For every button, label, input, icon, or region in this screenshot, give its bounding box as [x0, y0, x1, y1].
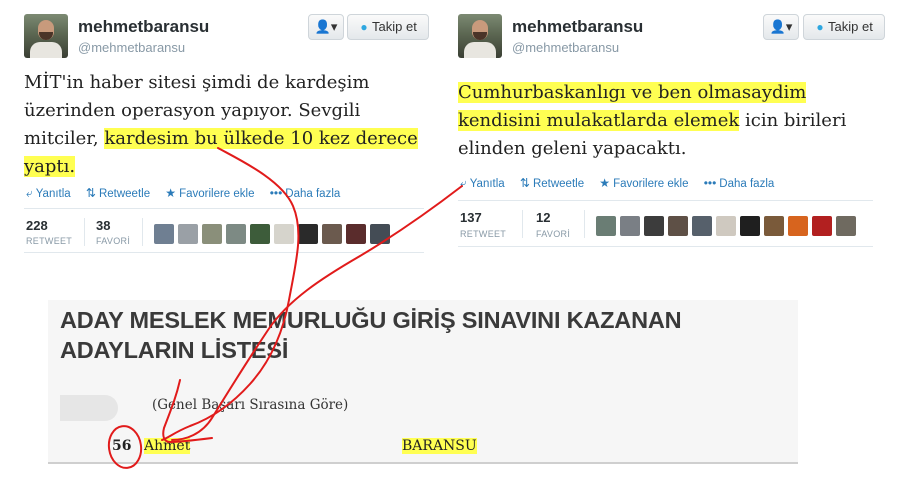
tweet-text: MİT'in haber sitesi şimdi de kardeşim üz…: [24, 69, 418, 181]
twitter-bird-icon: ●: [816, 20, 824, 34]
avatar[interactable]: [812, 216, 832, 236]
tweet-line: üzerinden operasyon yapıyor. Sevgili: [24, 100, 361, 121]
favorite-action[interactable]: ★ Favorilere ekle: [165, 186, 254, 200]
divider: [48, 462, 798, 464]
favorite-count[interactable]: 38: [96, 218, 110, 233]
user-actions-button[interactable]: 👤▾: [308, 14, 344, 40]
tweet-line: MİT'in haber sitesi şimdi de kardeşim: [24, 72, 370, 93]
divider: [458, 200, 873, 201]
user-handle[interactable]: @mehmetbaransu: [512, 40, 619, 55]
display-name[interactable]: mehmetbaransu: [78, 17, 209, 37]
star-icon: ★: [165, 186, 177, 200]
divider: [142, 218, 143, 246]
divider: [24, 252, 424, 253]
last-name: BARANSU: [402, 438, 477, 454]
avatar[interactable]: [740, 216, 760, 236]
more-icon: •••: [703, 176, 717, 190]
more-action[interactable]: ••• Daha fazla: [703, 176, 775, 190]
avatar[interactable]: [24, 14, 68, 58]
reply-icon: ⤶: [26, 186, 33, 200]
reply-icon: ⤶: [460, 176, 467, 190]
highlight: Cumhurbaskanlıgı ve ben olmasaydim: [458, 82, 807, 103]
reply-action[interactable]: ⤶ Yanıtla: [460, 176, 505, 190]
retweet-label: RETWEET: [26, 236, 73, 246]
favorite-label: FAVORİ: [96, 236, 131, 246]
tweet-text: Cumhurbaskanlıgı ve ben olmasaydim kendi…: [458, 79, 846, 163]
tweet-line: elinden geleni yapacaktı.: [458, 138, 687, 159]
divider: [24, 208, 424, 209]
avatar[interactable]: [692, 216, 712, 236]
avatar[interactable]: [668, 216, 688, 236]
avatar[interactable]: [716, 216, 736, 236]
retweet-icon: ⇅: [519, 176, 530, 190]
avatar[interactable]: [458, 14, 502, 58]
more-action[interactable]: ••• Daha fazla: [269, 186, 341, 200]
avatar[interactable]: [202, 224, 222, 244]
follow-button[interactable]: ● Takip et: [803, 14, 885, 40]
tweet-actions: ⤶ Yanıtla ⇅ Retweetle ★ Favorilere ekle •••…: [26, 186, 352, 201]
more-icon: •••: [269, 186, 283, 200]
document-excerpt: ADAY MESLEK MEMURLUĞU GİRİŞ SINAVINI KAZ…: [48, 300, 798, 464]
star-icon: ★: [599, 176, 611, 190]
divider: [584, 210, 585, 238]
retweet-action[interactable]: ⇅ Retweetle: [85, 186, 150, 200]
avatar[interactable]: [836, 216, 856, 236]
document-title: ADAY MESLEK MEMURLUĞU GİRİŞ SINAVINI KAZ…: [60, 307, 682, 363]
avatar[interactable]: [764, 216, 784, 236]
divider: [458, 246, 873, 247]
display-name[interactable]: mehmetbaransu: [512, 17, 643, 37]
avatar[interactable]: [370, 224, 390, 244]
avatar[interactable]: [226, 224, 246, 244]
follow-button[interactable]: ● Takip et: [347, 14, 429, 40]
highlight: kardesim bu ülkede 10 kez derece: [104, 128, 418, 149]
avatar[interactable]: [620, 216, 640, 236]
divider: [84, 218, 85, 246]
tweet-actions: ⤶ Yanıtla ⇅ Retweetle ★ Favorilere ekle •••…: [460, 176, 786, 191]
retweet-count[interactable]: 137: [460, 210, 482, 225]
retweet-action[interactable]: ⇅ Retweetle: [519, 176, 584, 190]
avatar[interactable]: [250, 224, 270, 244]
favorite-count[interactable]: 12: [536, 210, 550, 225]
reply-action[interactable]: ⤶ Yanıtla: [26, 186, 71, 200]
avatar[interactable]: [298, 224, 318, 244]
avatar[interactable]: [322, 224, 342, 244]
divider: [522, 210, 523, 238]
rank-number: 56: [112, 438, 132, 454]
document-subtitle: (Genel Başarı Sırasına Göre): [152, 397, 349, 413]
favorite-label: FAVORİ: [536, 229, 571, 239]
tweet-line: mitciler, kardesim bu ülkede 10 kez dere…: [24, 128, 418, 149]
user-icon: 👤: [769, 19, 786, 34]
avatar[interactable]: [274, 224, 294, 244]
tweet-left: mehmetbaransu @mehmetbaransu 👤▾ ● Takip e…: [14, 0, 430, 260]
highlight: kendisini mulakatlarda elemek: [458, 110, 740, 131]
avatar[interactable]: [788, 216, 808, 236]
avatar[interactable]: [346, 224, 366, 244]
decorative-tab: [60, 395, 118, 421]
avatar[interactable]: [178, 224, 198, 244]
tweet-right: mehmetbaransu @mehmetbaransu 👤▾ ● Takip e…: [448, 0, 899, 260]
first-name: Ahmet: [144, 438, 191, 454]
avatar[interactable]: [154, 224, 174, 244]
tweet-line: yaptı.: [24, 153, 418, 181]
avatar[interactable]: [596, 216, 616, 236]
tweet-line: kendisini mulakatlarda elemek icin biril…: [458, 110, 847, 131]
user-icon: 👤: [314, 19, 331, 34]
favorite-action[interactable]: ★ Favorilere ekle: [599, 176, 688, 190]
retweet-icon: ⇅: [85, 186, 96, 200]
tweet-line: Cumhurbaskanlıgı ve ben olmasaydim: [458, 79, 846, 107]
user-actions-button[interactable]: 👤▾: [763, 14, 799, 40]
highlight: yaptı.: [24, 156, 76, 177]
user-handle[interactable]: @mehmetbaransu: [78, 40, 185, 55]
retweet-label: RETWEET: [460, 229, 507, 239]
retweet-count[interactable]: 228: [26, 218, 48, 233]
avatar[interactable]: [644, 216, 664, 236]
twitter-bird-icon: ●: [360, 20, 368, 34]
